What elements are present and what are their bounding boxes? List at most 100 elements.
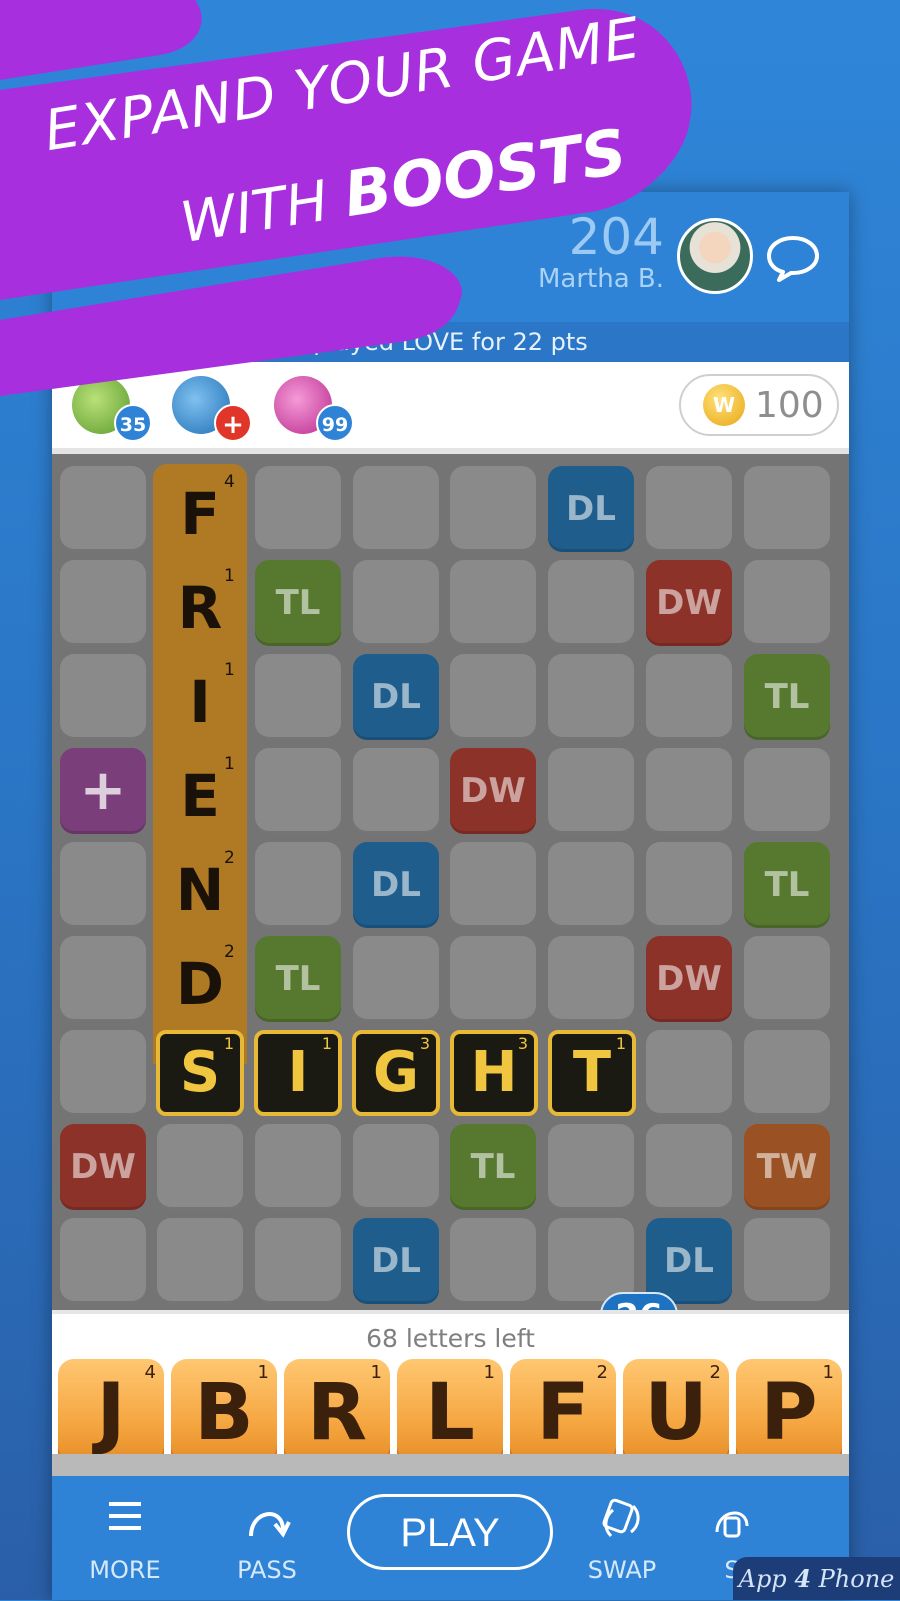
board-cell[interactable] xyxy=(60,842,146,928)
board-cell-tl[interactable]: TL xyxy=(255,936,341,1022)
rack-tile-points: 1 xyxy=(483,1362,495,1383)
played-tile[interactable]: T1 xyxy=(548,1030,636,1116)
board-cell-dw[interactable]: DW xyxy=(60,1124,146,1210)
board-cell[interactable] xyxy=(353,560,439,646)
board-cell-tw[interactable]: TW xyxy=(744,1124,830,1210)
board-cell[interactable] xyxy=(646,1030,732,1116)
board-cell[interactable] xyxy=(744,748,830,834)
board-cell[interactable] xyxy=(548,842,634,928)
board-cell[interactable] xyxy=(646,466,732,552)
tile-rack: J4B1R1L1F2U2P1 xyxy=(52,1355,849,1467)
board-cell[interactable] xyxy=(255,842,341,928)
board-cell[interactable] xyxy=(548,560,634,646)
board-cell[interactable] xyxy=(744,466,830,552)
rack-tile[interactable]: P1 xyxy=(736,1359,842,1467)
played-tile[interactable]: H3 xyxy=(450,1030,538,1116)
played-tile-points: 1 xyxy=(615,1034,626,1053)
board-cell[interactable] xyxy=(255,748,341,834)
board-cell[interactable] xyxy=(646,748,732,834)
board-cell-dw[interactable]: DW xyxy=(646,560,732,646)
board-cell[interactable] xyxy=(157,1218,243,1304)
board-cell[interactable] xyxy=(450,560,536,646)
friend-letter-points: 1 xyxy=(224,660,235,680)
board-cell[interactable] xyxy=(450,936,536,1022)
board-cell[interactable] xyxy=(353,748,439,834)
board-cell[interactable] xyxy=(450,654,536,740)
rack-tile[interactable]: J4 xyxy=(58,1359,164,1467)
board-cell[interactable] xyxy=(450,1218,536,1304)
friend-letter-points: 4 xyxy=(224,472,235,492)
rack-tile[interactable]: F2 xyxy=(510,1359,616,1467)
move-score-bubble: 26 xyxy=(600,1292,678,1310)
board-cell[interactable] xyxy=(255,1124,341,1210)
board-cell[interactable] xyxy=(450,466,536,552)
rack-tile[interactable]: L1 xyxy=(397,1359,503,1467)
shuffle-button[interactable]: S xyxy=(702,1496,762,1584)
board-cell-dl[interactable]: DL xyxy=(353,654,439,740)
board-cell[interactable] xyxy=(60,936,146,1022)
board-cell[interactable] xyxy=(255,654,341,740)
pass-arrow-icon xyxy=(249,1512,291,1538)
board-cell[interactable] xyxy=(353,1124,439,1210)
board-cell-tl[interactable]: TL xyxy=(255,560,341,646)
board-cell[interactable] xyxy=(255,466,341,552)
rack-tile[interactable]: B1 xyxy=(171,1359,277,1467)
board-cell[interactable] xyxy=(548,936,634,1022)
played-tile-points: 1 xyxy=(223,1034,234,1053)
board-cell-tl[interactable]: TL xyxy=(744,654,830,740)
played-tile-points: 1 xyxy=(321,1034,332,1053)
played-tile-points: 3 xyxy=(517,1034,528,1053)
swap-icon xyxy=(602,1498,640,1538)
more-label: MORE xyxy=(89,1556,161,1584)
board-cell[interactable] xyxy=(450,842,536,928)
game-board[interactable]: DLTLDWDLTL+DWDLTLTLDWTLDWTLTWDLDL F4R1I1… xyxy=(52,454,849,1310)
letters-left-label: 68 letters left xyxy=(52,1310,849,1360)
board-cell-dw[interactable]: DW xyxy=(450,748,536,834)
watermark-num: 4 xyxy=(794,1564,812,1593)
board-cell[interactable] xyxy=(255,1218,341,1304)
played-tile[interactable]: I1 xyxy=(254,1030,342,1116)
board-cell-tl[interactable]: TL xyxy=(450,1124,536,1210)
board-cell[interactable] xyxy=(646,842,732,928)
board-cell-dl[interactable]: DL xyxy=(646,1218,732,1304)
board-cell[interactable] xyxy=(548,654,634,740)
friend-letter-points: 1 xyxy=(224,566,235,586)
played-tile[interactable]: S1 xyxy=(156,1030,244,1116)
board-cell[interactable] xyxy=(60,654,146,740)
board-cell[interactable] xyxy=(744,936,830,1022)
board-cell[interactable] xyxy=(744,1218,830,1304)
board-cell[interactable] xyxy=(744,1030,830,1116)
board-cell[interactable] xyxy=(744,560,830,646)
friend-letter-points: 2 xyxy=(224,942,235,962)
board-cell[interactable] xyxy=(646,1124,732,1210)
swap-button[interactable]: SWAP xyxy=(582,1496,662,1584)
board-cell[interactable] xyxy=(60,466,146,552)
played-tile[interactable]: G3 xyxy=(352,1030,440,1116)
board-cell[interactable] xyxy=(157,1124,243,1210)
board-cell[interactable] xyxy=(646,654,732,740)
board-cell[interactable] xyxy=(548,1124,634,1210)
rack-tile-points: 2 xyxy=(709,1362,721,1383)
board-cell-dl[interactable]: DL xyxy=(353,1218,439,1304)
rack-tile[interactable]: U2 xyxy=(623,1359,729,1467)
board-cell-dw[interactable]: DW xyxy=(646,936,732,1022)
friend-letter-points: 2 xyxy=(224,848,235,868)
board-cell[interactable] xyxy=(548,748,634,834)
play-button[interactable]: PLAY xyxy=(347,1494,553,1570)
board-cell[interactable] xyxy=(353,466,439,552)
board-cell[interactable] xyxy=(60,1218,146,1304)
board-cell-plus[interactable]: + xyxy=(60,748,146,834)
rack-tile-points: 1 xyxy=(370,1362,382,1383)
board-cell-dl[interactable]: DL xyxy=(548,466,634,552)
pass-label: PASS xyxy=(237,1556,297,1584)
pass-button[interactable]: PASS xyxy=(230,1496,304,1584)
shuffle-icon xyxy=(715,1511,749,1538)
board-cell-tl[interactable]: TL xyxy=(744,842,830,928)
more-button[interactable]: MORE xyxy=(88,1496,162,1584)
board-cell-dl[interactable]: DL xyxy=(353,842,439,928)
watermark-prefix: App xyxy=(738,1565,787,1593)
board-cell[interactable] xyxy=(353,936,439,1022)
board-cell[interactable] xyxy=(60,560,146,646)
rack-tile[interactable]: R1 xyxy=(284,1359,390,1467)
board-cell[interactable] xyxy=(60,1030,146,1116)
